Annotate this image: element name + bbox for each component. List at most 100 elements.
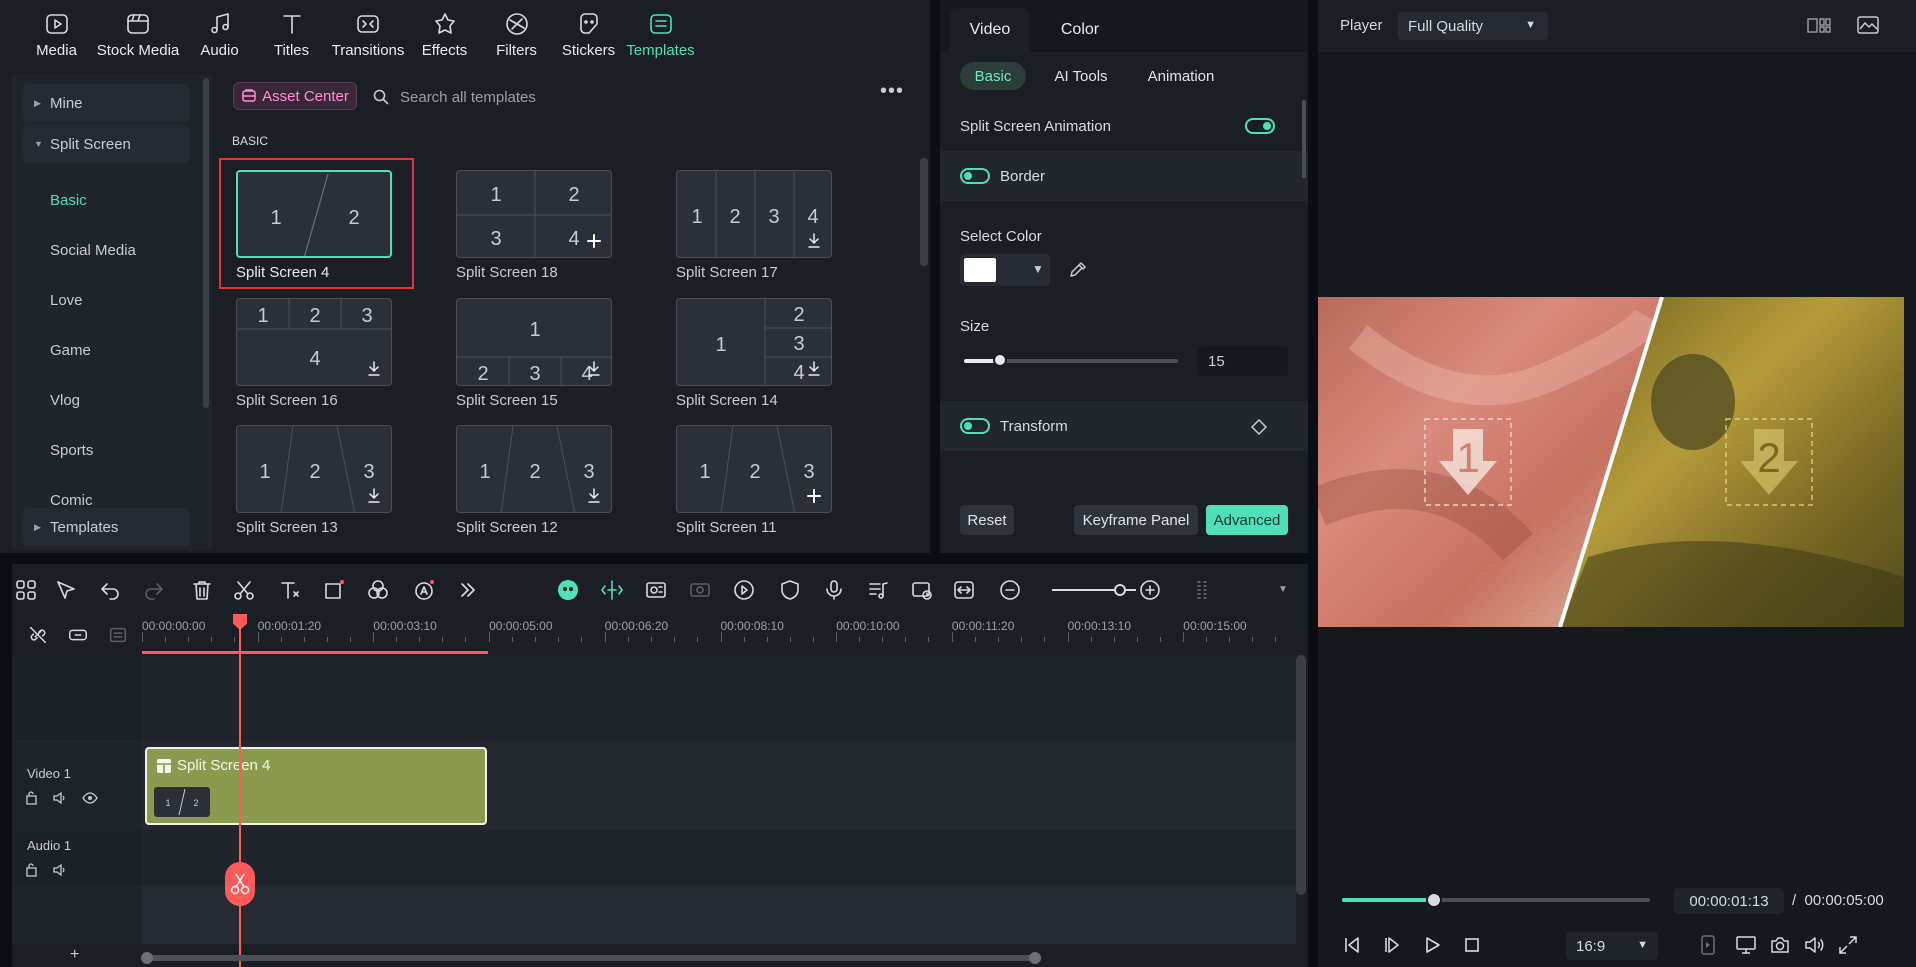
tab-stickers[interactable]: Stickers <box>554 0 623 66</box>
multi-cam-icon[interactable] <box>688 578 712 602</box>
tab-transitions[interactable]: Transitions <box>329 0 407 66</box>
subtab-basic[interactable]: Basic <box>960 62 1026 90</box>
grid-layout-icon[interactable] <box>14 578 38 602</box>
zoom-slider-knob[interactable] <box>1114 584 1126 596</box>
properties-scrollbar[interactable] <box>1302 100 1306 178</box>
transform-toggle[interactable] <box>960 418 990 434</box>
zoom-out-icon[interactable] <box>998 578 1022 602</box>
scrubber-knob[interactable] <box>1426 892 1443 908</box>
download-icon[interactable] <box>368 488 380 503</box>
sidebar-item-split-screen[interactable]: ▼ Split Screen <box>22 125 190 163</box>
sidebar-item-comic[interactable]: Comic <box>50 492 93 506</box>
mute-track-icon[interactable] <box>52 862 68 878</box>
scrollbar-right-handle[interactable] <box>1029 952 1041 964</box>
previous-frame-icon[interactable] <box>1340 933 1364 957</box>
tab-templates[interactable]: Templates <box>626 0 695 66</box>
reset-button[interactable]: Reset <box>960 505 1014 535</box>
keyframe-panel-button[interactable]: Keyframe Panel <box>1074 505 1198 535</box>
music-track-icon[interactable] <box>866 578 890 602</box>
timeline-clip-split-screen-4[interactable]: Split Screen 4 1 2 <box>145 747 487 825</box>
fit-timeline-icon[interactable] <box>952 578 976 602</box>
mark-in-icon[interactable] <box>1696 933 1720 957</box>
microphone-icon[interactable] <box>822 578 846 602</box>
auto-reframe-icon[interactable] <box>644 578 668 602</box>
sidebar-item-basic[interactable]: Basic <box>50 192 87 209</box>
playhead-line[interactable] <box>239 614 241 967</box>
add-icon[interactable] <box>587 234 601 248</box>
template-tile-split-screen-4[interactable]: 1 2 Split Screen 4 <box>236 170 392 281</box>
sidebar-item-sports[interactable]: Sports <box>50 442 93 459</box>
fullscreen-icon[interactable] <box>1836 933 1860 957</box>
border-toggle[interactable] <box>960 168 990 184</box>
template-tile-split-screen-11[interactable]: 1 2 3 Split Screen 11 <box>676 425 832 536</box>
undo-icon[interactable] <box>98 578 122 602</box>
quality-dropdown[interactable]: Full Quality ▼ <box>1398 12 1548 40</box>
template-tile-split-screen-17[interactable]: 1 2 3 4 Split Screen 17 <box>676 170 832 281</box>
download-icon[interactable] <box>588 488 600 503</box>
library-scrollbar[interactable] <box>920 158 928 266</box>
lock-track-icon[interactable] <box>24 790 40 806</box>
template-tile-split-screen-15[interactable]: 1 2 3 4 Split Screen 15 <box>456 298 612 409</box>
lock-track-icon[interactable] <box>24 862 40 878</box>
template-tile-split-screen-16[interactable]: 1 2 3 4 Split Screen 16 <box>236 298 392 409</box>
chevron-down-icon[interactable]: ▼ <box>1278 584 1288 595</box>
template-tile-split-screen-13[interactable]: 1 2 3 Split Screen 13 <box>236 425 392 536</box>
crop-icon[interactable] <box>322 578 346 602</box>
tab-titles[interactable]: Titles <box>257 0 326 66</box>
size-slider-knob[interactable] <box>993 353 1008 367</box>
render-preview-icon[interactable] <box>910 578 934 602</box>
cut-icon[interactable] <box>232 578 256 602</box>
sidebar-item-vlog[interactable]: Vlog <box>50 392 80 409</box>
group-clips-icon[interactable] <box>107 624 129 646</box>
track-settings-icon[interactable] <box>1190 578 1214 602</box>
video-preview[interactable]: 1 2 <box>1318 297 1904 627</box>
redo-icon[interactable] <box>142 578 166 602</box>
playback-scrubber[interactable] <box>1342 892 1650 908</box>
scrollbar-left-handle[interactable] <box>141 952 153 964</box>
template-tile-split-screen-12[interactable]: 1 2 3 Split Screen 12 <box>456 425 612 536</box>
shield-icon[interactable] <box>778 578 802 602</box>
display-settings-icon[interactable] <box>1734 933 1758 957</box>
template-tile-split-screen-18[interactable]: 1 2 3 4 Split Screen 18 <box>456 170 612 281</box>
subtab-ai-tools[interactable]: AI Tools <box>1044 62 1118 90</box>
sidebar-item-game[interactable]: Game <box>50 342 91 359</box>
snap-icon[interactable] <box>600 578 624 602</box>
split-scissor-button[interactable] <box>225 862 255 906</box>
tab-filters[interactable]: Filters <box>482 0 551 66</box>
sidebar-item-love[interactable]: Love <box>50 292 83 309</box>
color-match-icon[interactable] <box>366 578 390 602</box>
text-tool-icon[interactable] <box>278 578 302 602</box>
timeline-vertical-scrollbar[interactable] <box>1296 655 1306 895</box>
play-icon[interactable] <box>1420 933 1444 957</box>
link-clips-icon[interactable] <box>67 624 89 646</box>
color-picker-dropdown[interactable]: ▼ <box>960 254 1050 286</box>
tab-media[interactable]: Media <box>22 0 91 66</box>
next-frame-icon[interactable] <box>1380 933 1404 957</box>
keyframe-diamond-icon[interactable] <box>1250 418 1268 436</box>
search-input[interactable] <box>400 88 780 106</box>
more-tools-icon[interactable] <box>456 578 480 602</box>
sidebar-scrollbar[interactable] <box>203 78 209 408</box>
add-icon[interactable] <box>807 489 821 503</box>
tab-effects[interactable]: Effects <box>410 0 479 66</box>
grid-view-icon[interactable] <box>1806 16 1832 36</box>
download-icon[interactable] <box>368 361 380 376</box>
select-tool-icon[interactable] <box>54 578 78 602</box>
add-track-button[interactable]: + <box>70 946 79 964</box>
mute-track-icon[interactable] <box>52 790 68 806</box>
link-unlink-icon[interactable] <box>27 624 49 646</box>
aspect-ratio-dropdown[interactable]: 16:9 ▼ <box>1566 932 1658 960</box>
tab-color[interactable]: Color <box>1040 8 1120 52</box>
zoom-slider[interactable] <box>1052 584 1136 596</box>
sidebar-item-social-media[interactable]: Social Media <box>50 242 136 259</box>
sidebar-item-mine[interactable]: ▶ Mine <box>22 84 190 122</box>
tab-audio[interactable]: Audio <box>185 0 254 66</box>
sidebar-item-templates[interactable]: ▶ Templates <box>22 508 190 546</box>
asset-center-button[interactable]: Asset Center <box>233 82 357 110</box>
eyedropper-icon[interactable] <box>1068 260 1088 280</box>
current-time[interactable]: 00:00:01:13 <box>1674 888 1784 914</box>
more-options-icon[interactable]: ••• <box>880 81 906 106</box>
tab-stock-media[interactable]: Stock Media <box>94 0 182 66</box>
advanced-button[interactable]: Advanced <box>1206 505 1288 535</box>
download-icon[interactable] <box>808 233 820 248</box>
